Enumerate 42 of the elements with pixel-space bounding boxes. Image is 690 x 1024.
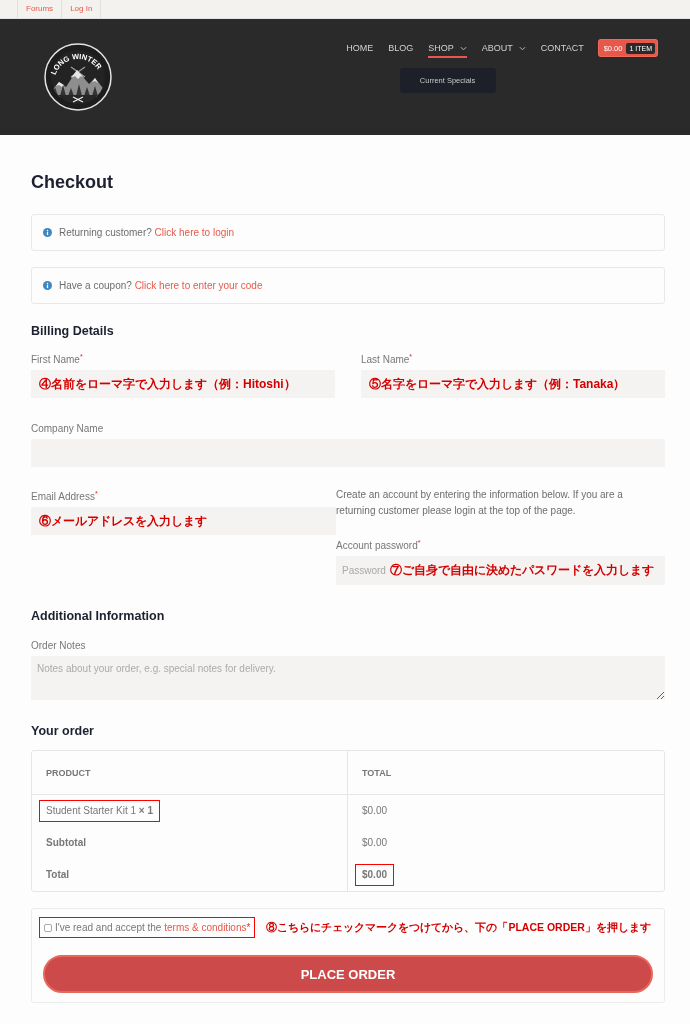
info-icon: [43, 228, 52, 237]
annotation-note: ⑧こちらにチェックマークをつけてから、下の「PLACE ORDER」を押します: [266, 920, 651, 935]
nav-link[interactable]: HOME: [346, 40, 374, 58]
notice-text: Returning customer? Click here to login: [59, 227, 235, 238]
nav-link[interactable]: CONTACT: [540, 40, 584, 58]
order-notes-field[interactable]: Notes about your order, e.g. special notes for delivery.: [31, 656, 665, 700]
column-header: PRODUCT: [32, 751, 348, 794]
account-info-text: Create an account by entering the information below. If you are a returning customer please login at the top of the page.: [336, 488, 624, 518]
annotation-note: ⑥メールアドレスを入力します: [39, 513, 207, 529]
notice-link[interactable]: Click here to login: [154, 227, 235, 238]
field-label: Last Name$^{*}$: [361, 353, 414, 367]
terms-link[interactable]: terms & conditions: [164, 922, 247, 933]
place-order-button[interactable]: PLACE ORDER: [43, 955, 653, 993]
terms-label: I've read and accept the terms & conditions*: [55, 922, 251, 933]
nav-link[interactable]: SHOP: [428, 40, 467, 58]
section-heading: Additional Information: [31, 608, 166, 625]
product-price: $0.00: [362, 805, 388, 817]
nav-link[interactable]: ABOUT: [481, 40, 526, 58]
column-header: TOTAL: [361, 766, 393, 780]
field-label: First Name$^{*}$: [31, 353, 84, 367]
nav-link[interactable]: BLOG: [388, 40, 414, 58]
chevron-down-icon: [518, 45, 526, 51]
total-label: Total: [46, 869, 70, 881]
section-heading: Your order: [31, 723, 95, 740]
field-label: Order Notes: [31, 639, 87, 653]
annotation-note: ⑦ご自身で自由に決めたパスワードを入力します: [390, 562, 654, 578]
page-title: Checkout: [31, 171, 114, 194]
info-icon: [43, 281, 52, 290]
chevron-down-icon: [459, 45, 467, 51]
total-value: $0.00: [355, 864, 395, 886]
field-label: Account password$^{*}$: [336, 539, 422, 553]
field-label: Company Name: [31, 422, 105, 436]
notice-link[interactable]: Click here to enter your code: [134, 280, 263, 291]
terms-checkbox[interactable]: [44, 923, 52, 932]
field-label: Email Address$^{*}$: [31, 490, 99, 504]
product-name: Student Starter Kit 1 × 1: [39, 800, 160, 822]
annotation-note: ⑤名字をローマ字で入力します（例：Tanaka）: [369, 376, 626, 392]
section-heading: Billing Details: [31, 323, 115, 340]
notice-text: Have a coupon? Click here to enter your code: [59, 280, 263, 291]
subtotal-label: Subtotal: [46, 837, 86, 849]
subtotal-value: $0.00: [362, 837, 388, 849]
annotation-note: ④名前をローマ字で入力します（例：Hitoshi）: [39, 376, 296, 392]
